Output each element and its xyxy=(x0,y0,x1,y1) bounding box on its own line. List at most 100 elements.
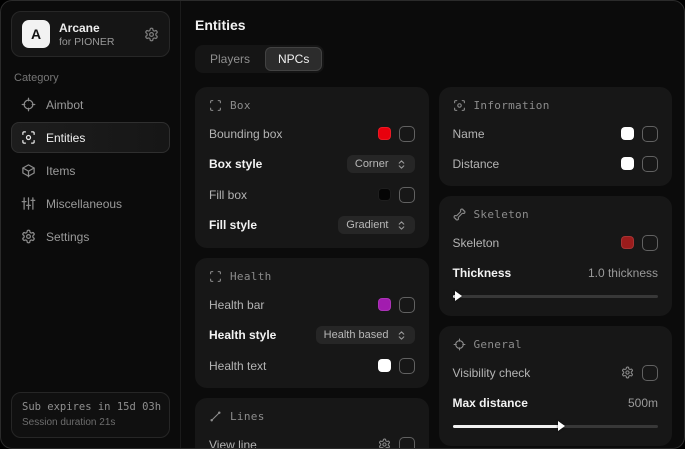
slider-thumb[interactable] xyxy=(455,291,462,301)
row-label: Health style xyxy=(209,328,276,342)
health-style-dropdown[interactable]: Health based xyxy=(316,326,415,344)
bounding-box-checkbox[interactable] xyxy=(399,126,415,142)
color-swatch[interactable] xyxy=(378,298,391,311)
skeleton-card: Skeleton Skeleton Thickness 1.0 thicknes… xyxy=(439,196,673,316)
sliders-icon xyxy=(21,196,36,211)
crosshair-icon xyxy=(21,97,36,112)
sidebar-item-label: Settings xyxy=(46,230,89,244)
tab-players[interactable]: Players xyxy=(197,47,263,71)
slider-thumb[interactable] xyxy=(558,421,565,431)
name-row: Name xyxy=(453,125,659,142)
color-swatch[interactable] xyxy=(378,127,391,140)
visibility-check-row: Visibility check xyxy=(453,364,659,381)
max-distance-value: 500m xyxy=(628,396,658,410)
slider-fill xyxy=(453,425,560,428)
scan-icon xyxy=(21,130,36,145)
health-text-row: Health text xyxy=(209,357,415,374)
skeleton-checkbox[interactable] xyxy=(642,235,658,251)
box-card: Box Bounding box Box style Corne xyxy=(195,87,429,248)
card-title: General xyxy=(474,338,522,351)
row-label: Max distance xyxy=(453,396,528,410)
slider-fill xyxy=(453,295,456,298)
row-label: View line xyxy=(209,438,257,449)
row-label: Skeleton xyxy=(453,236,500,250)
distance-row: Distance xyxy=(453,155,659,172)
box-style-dropdown[interactable]: Corner xyxy=(347,155,415,173)
row-label: Fill style xyxy=(209,218,257,232)
row-label: Health bar xyxy=(209,298,264,312)
color-swatch[interactable] xyxy=(621,127,634,140)
card-title: Health xyxy=(230,270,272,283)
health-bar-checkbox[interactable] xyxy=(399,297,415,313)
subscription-card: Sub expires in 15d 03h Session duration … xyxy=(11,392,170,438)
skeleton-row: Skeleton xyxy=(453,234,659,251)
box-select-icon xyxy=(209,99,222,112)
entity-tabs: Players NPCs xyxy=(195,45,324,73)
fill-box-row: Fill box xyxy=(209,186,415,203)
health-style-row: Health style Health based xyxy=(209,326,415,344)
scan-info-icon xyxy=(453,99,466,112)
bounding-box-row: Bounding box xyxy=(209,125,415,142)
row-label: Bounding box xyxy=(209,127,282,141)
sidebar-item-label: Miscellaneous xyxy=(46,197,122,211)
color-swatch[interactable] xyxy=(378,359,391,372)
sidebar-item-aimbot[interactable]: Aimbot xyxy=(11,89,170,120)
max-distance-slider[interactable] xyxy=(453,420,659,432)
row-settings-gear-icon[interactable] xyxy=(621,366,634,379)
health-text-checkbox[interactable] xyxy=(399,358,415,374)
row-settings-gear-icon[interactable] xyxy=(378,438,391,448)
sidebar-item-entities[interactable]: Entities xyxy=(11,122,170,153)
thickness-row: Thickness 1.0 thickness xyxy=(453,264,659,281)
dropdown-value: Health based xyxy=(324,329,389,341)
box-style-row: Box style Corner xyxy=(209,155,415,173)
card-title: Box xyxy=(230,99,251,112)
row-label: Name xyxy=(453,127,485,141)
color-swatch[interactable] xyxy=(621,157,634,170)
app-subtitle: for PIONER xyxy=(59,36,114,48)
fill-box-checkbox[interactable] xyxy=(399,187,415,203)
view-line-checkbox[interactable] xyxy=(399,437,415,449)
dropdown-value: Corner xyxy=(355,158,389,170)
lines-card: Lines View line Line to enemy xyxy=(195,398,429,448)
name-checkbox[interactable] xyxy=(642,126,658,142)
card-title: Skeleton xyxy=(474,208,529,221)
app-name: Arcane xyxy=(59,21,114,35)
sidebar-item-label: Aimbot xyxy=(46,98,83,112)
general-card: General Visibility check Max distance 50… xyxy=(439,326,673,446)
view-line-row: View line xyxy=(209,436,415,448)
fill-style-dropdown[interactable]: Gradient xyxy=(338,216,414,234)
color-swatch[interactable] xyxy=(378,188,391,201)
chevrons-up-down-icon xyxy=(396,220,407,231)
page-title: Entities xyxy=(195,17,672,33)
category-label: Category xyxy=(14,72,167,84)
row-label: Fill box xyxy=(209,188,247,202)
chevrons-up-down-icon xyxy=(396,330,407,341)
card-title: Lines xyxy=(230,410,265,423)
information-card: Information Name Distance xyxy=(439,87,673,186)
row-label: Thickness xyxy=(453,266,512,280)
sidebar-nav: Aimbot Entities Items Miscellaneous xyxy=(11,89,170,252)
target-icon xyxy=(453,338,466,351)
sidebar-item-miscellaneous[interactable]: Miscellaneous xyxy=(11,188,170,219)
slider-track[interactable] xyxy=(453,295,659,298)
sidebar: A Arcane for PIONER Category Aimbot Enti… xyxy=(1,1,181,448)
sidebar-item-items[interactable]: Items xyxy=(11,155,170,186)
session-duration-text: Session duration 21s xyxy=(22,417,159,428)
sidebar-item-label: Items xyxy=(46,164,75,178)
chevrons-up-down-icon xyxy=(396,159,407,170)
row-label: Distance xyxy=(453,157,500,171)
row-label: Box style xyxy=(209,157,262,171)
visibility-check-checkbox[interactable] xyxy=(642,365,658,381)
card-title: Information xyxy=(474,99,550,112)
sidebar-item-settings[interactable]: Settings xyxy=(11,221,170,252)
slider-track[interactable] xyxy=(453,425,659,428)
distance-checkbox[interactable] xyxy=(642,156,658,172)
diagonal-line-icon xyxy=(209,410,222,423)
thickness-slider[interactable] xyxy=(453,290,659,302)
sub-expires-text: Sub expires in 15d 03h xyxy=(22,401,159,413)
color-swatch[interactable] xyxy=(621,236,634,249)
bone-icon xyxy=(453,208,466,221)
tab-npcs[interactable]: NPCs xyxy=(265,47,322,71)
box-select-icon xyxy=(209,270,222,283)
settings-gear-icon[interactable] xyxy=(144,27,159,42)
